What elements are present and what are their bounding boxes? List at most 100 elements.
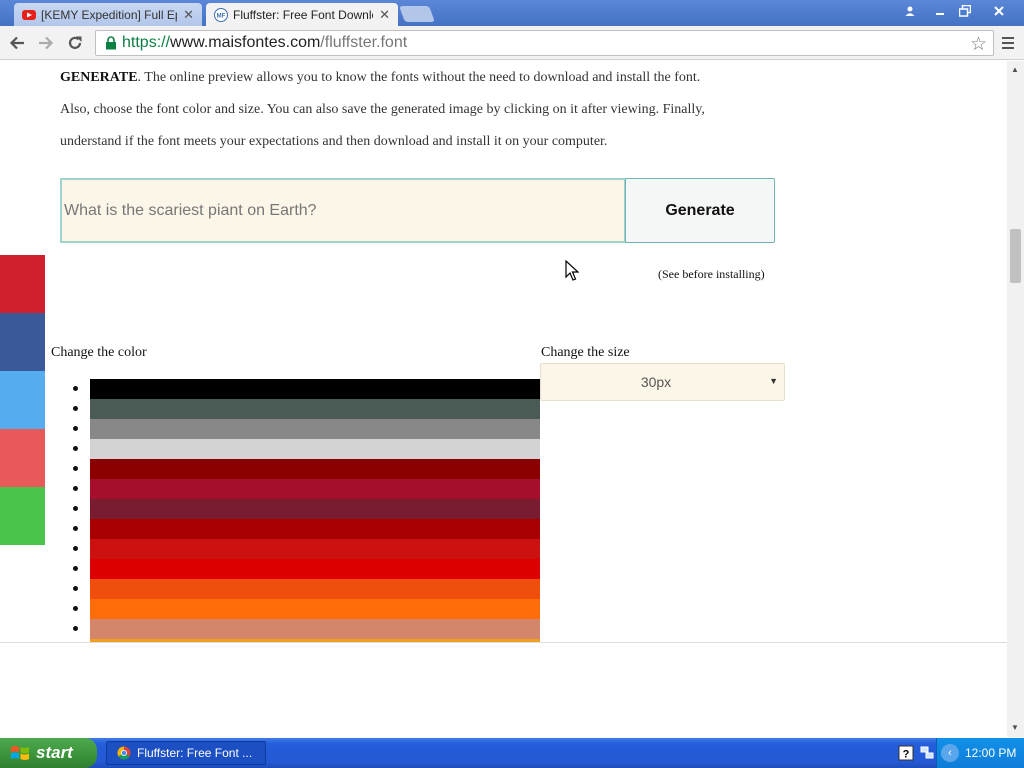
color-swatch-bar[interactable] — [90, 579, 540, 599]
scroll-up-icon[interactable]: ▲ — [1011, 65, 1019, 74]
see-before-note: (See before installing) — [658, 267, 765, 281]
intro-line-2: Also, choose the font color and size. Yo… — [60, 102, 705, 117]
share-whatsapp-button[interactable] — [0, 487, 45, 545]
close-window-icon[interactable] — [986, 2, 1012, 20]
chrome-menu-icon[interactable] — [998, 32, 1018, 54]
minimize-icon[interactable] — [927, 2, 953, 20]
color-swatch-bar[interactable] — [90, 399, 540, 419]
maisfontes-icon: MF — [214, 7, 228, 22]
generate-keyword: GENERATE — [60, 70, 138, 85]
page-viewport: GENERATE. The online preview allows you … — [0, 61, 1024, 737]
color-swatch[interactable] — [73, 459, 540, 479]
color-swatch[interactable] — [73, 439, 540, 459]
color-swatch[interactable] — [73, 399, 540, 419]
list-bullet — [73, 466, 78, 471]
url-scheme: https:// — [122, 34, 171, 51]
page-bottom-section — [0, 642, 1007, 737]
social-share-bar — [0, 255, 45, 545]
start-button[interactable]: start — [0, 738, 97, 768]
color-swatch-bar[interactable] — [90, 459, 540, 479]
color-swatch[interactable] — [73, 499, 540, 519]
preview-text-input[interactable] — [60, 178, 626, 243]
share-pink-button[interactable] — [0, 429, 45, 487]
windows-flag-icon — [11, 746, 29, 760]
color-swatch-bar[interactable] — [90, 419, 540, 439]
list-bullet — [73, 486, 78, 491]
share-twitter-button[interactable] — [0, 371, 45, 429]
color-swatch-bar[interactable] — [90, 559, 540, 579]
color-swatch-bar[interactable] — [90, 539, 540, 559]
list-bullet — [73, 386, 78, 391]
generate-button[interactable]: Generate — [625, 178, 775, 243]
color-swatch[interactable] — [73, 579, 540, 599]
svg-text:MF: MF — [217, 13, 226, 19]
close-tab-icon[interactable]: ✕ — [183, 7, 194, 23]
change-size-label: Change the size — [541, 345, 630, 360]
tab-fluffster[interactable]: MF Fluffster: Free Font Downloa ✕ — [206, 3, 398, 26]
user-profile-icon[interactable] — [897, 2, 923, 20]
intro-line-1: GENERATE. The online preview allows you … — [60, 70, 701, 85]
chrome-icon — [117, 746, 131, 760]
tab-youtube[interactable]: [KEMY Expedition] Full Episo ✕ — [14, 3, 202, 26]
color-swatch-bar[interactable] — [90, 439, 540, 459]
tab-title: Fluffster: Free Font Downloa — [233, 7, 374, 22]
list-bullet — [73, 626, 78, 631]
mouse-cursor-icon — [565, 260, 579, 281]
system-tray: ‹ 12:00 PM — [936, 738, 1024, 768]
color-swatch-list — [73, 379, 540, 659]
clock[interactable]: 12:00 PM — [965, 746, 1016, 760]
scroll-down-icon[interactable]: ▼ — [1011, 723, 1019, 732]
forward-icon[interactable] — [34, 32, 58, 54]
color-swatch[interactable] — [73, 599, 540, 619]
color-swatch[interactable] — [73, 419, 540, 439]
address-bar[interactable]: https://www.maisfontes.com/fluffster.fon… — [95, 30, 994, 56]
lock-icon[interactable] — [100, 36, 122, 50]
tab-strip: [KEMY Expedition] Full Episo ✕ MF Fluffs… — [0, 0, 1024, 26]
list-bullet — [73, 526, 78, 531]
url-host: www.maisfontes.com — [170, 34, 321, 51]
list-bullet — [73, 426, 78, 431]
color-swatch[interactable] — [73, 379, 540, 399]
dropdown-arrow-icon: ▼ — [769, 376, 778, 386]
vertical-scrollbar[interactable]: ▲ ▼ — [1007, 61, 1024, 737]
restore-icon[interactable] — [952, 2, 978, 20]
taskbar-item-label: Fluffster: Free Font ... — [137, 746, 253, 760]
list-bullet — [73, 586, 78, 591]
close-tab-icon[interactable]: ✕ — [379, 7, 390, 23]
new-tab-button[interactable] — [399, 6, 435, 22]
list-bullet — [73, 446, 78, 451]
reload-icon[interactable] — [63, 32, 87, 54]
windows-taskbar: start Fluffster: Free Font ... ? ‹ 12:00… — [0, 738, 1024, 768]
color-swatch[interactable] — [73, 619, 540, 639]
share-facebook-button[interactable] — [0, 313, 45, 371]
list-bullet — [73, 546, 78, 551]
scrollbar-thumb[interactable] — [1010, 229, 1021, 283]
start-label: start — [36, 743, 73, 762]
show-hidden-icons-icon[interactable]: ‹ — [941, 744, 959, 762]
svg-text:?: ? — [903, 749, 910, 761]
back-icon[interactable] — [5, 32, 29, 54]
size-select-value: 30px — [640, 374, 672, 390]
network-icon[interactable] — [919, 745, 935, 761]
color-swatch-bar[interactable] — [90, 619, 540, 639]
color-swatch-bar[interactable] — [90, 379, 540, 399]
taskbar-item-chrome[interactable]: Fluffster: Free Font ... — [106, 741, 266, 765]
color-swatch[interactable] — [73, 519, 540, 539]
color-swatch-bar[interactable] — [90, 479, 540, 499]
color-swatch-bar[interactable] — [90, 519, 540, 539]
youtube-icon — [22, 8, 36, 22]
share-red-button[interactable] — [0, 255, 45, 313]
bookmark-star-icon[interactable]: ☆ — [970, 33, 987, 56]
color-swatch-bar[interactable] — [90, 499, 540, 519]
help-icon[interactable]: ? — [898, 745, 914, 761]
list-bullet — [73, 406, 78, 411]
list-bullet — [73, 566, 78, 571]
url-path: /fluffster.font — [320, 34, 408, 51]
browser-toolbar: https://www.maisfontes.com/fluffster.fon… — [0, 26, 1024, 60]
size-select[interactable]: 30px ▼ — [540, 363, 785, 401]
list-bullet — [73, 606, 78, 611]
color-swatch[interactable] — [73, 539, 540, 559]
color-swatch[interactable] — [73, 559, 540, 579]
color-swatch-bar[interactable] — [90, 599, 540, 619]
color-swatch[interactable] — [73, 479, 540, 499]
